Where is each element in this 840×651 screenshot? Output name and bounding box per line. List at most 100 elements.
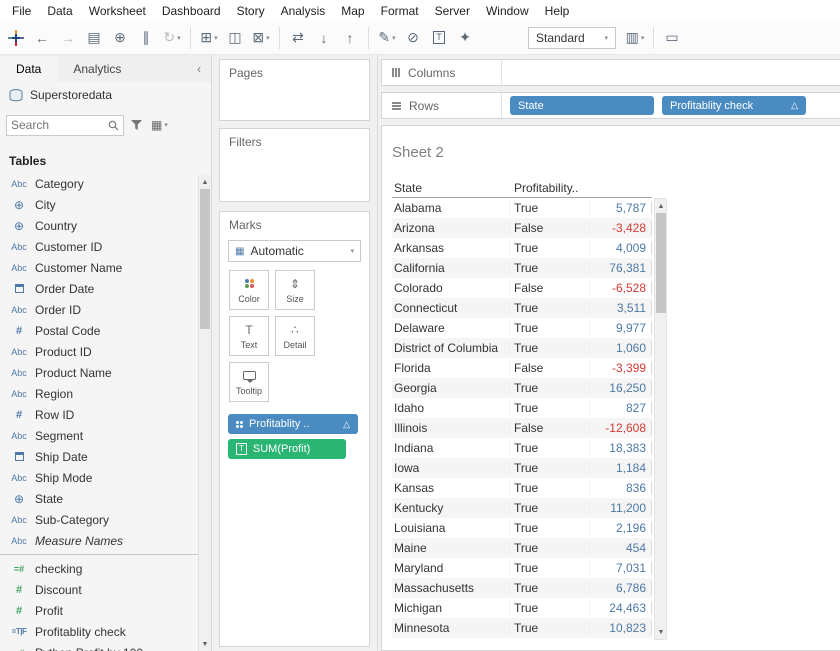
clear-sheet-icon[interactable]: ⊠ ▾ — [249, 25, 273, 51]
table-row-maine[interactable]: Maine True 454 — [392, 538, 652, 558]
search-input[interactable] — [11, 118, 108, 132]
redo-icon[interactable]: → — [56, 25, 80, 51]
collapse-pane-icon[interactable]: ‹ — [187, 62, 211, 76]
table-row-kentucky[interactable]: Kentucky True 11,200 — [392, 498, 652, 518]
pages-shelf[interactable]: Pages — [219, 59, 370, 121]
marks-pill-sum-profit[interactable]: T SUM(Profit) — [228, 439, 346, 459]
table-row-delaware[interactable]: Delaware True 9,977 — [392, 318, 652, 338]
table-row-alabama[interactable]: Alabama True 5,787 — [392, 198, 652, 218]
scroll-down-icon[interactable]: ▼ — [655, 626, 667, 638]
mark-type-select[interactable]: ▦ Automatic ▾ — [228, 240, 361, 262]
field-discount[interactable]: # Discount — [0, 579, 211, 600]
fit-select[interactable]: Standard ▾ — [528, 26, 616, 49]
field-profitablity-check[interactable]: =T|F Profitablity check — [0, 621, 211, 642]
scrollbar-thumb[interactable] — [656, 213, 666, 313]
menu-item-file[interactable]: File — [4, 1, 39, 21]
field-city[interactable]: ⊕ City — [0, 194, 211, 215]
menu-item-help[interactable]: Help — [537, 1, 578, 21]
filter-fields-icon[interactable] — [129, 120, 144, 130]
menu-item-format[interactable]: Format — [373, 1, 427, 21]
rows-pill-state[interactable]: State — [510, 96, 654, 115]
field-category[interactable]: Abc Category — [0, 173, 211, 194]
table-row-connecticut[interactable]: Connecticut True 3,511 — [392, 298, 652, 318]
group-members-icon[interactable]: ⊘ — [401, 25, 425, 51]
duplicate-sheet-icon[interactable]: ◫ — [223, 25, 247, 51]
menu-item-server[interactable]: Server — [427, 1, 478, 21]
show-hide-cards-icon[interactable]: ▥ ▾ — [623, 25, 647, 51]
marks-pill-profitablity[interactable]: Profitablity .. △ — [228, 414, 358, 434]
table-row-california[interactable]: California True 76,381 — [392, 258, 652, 278]
field-segment[interactable]: Abc Segment — [0, 425, 211, 446]
field-sub-category[interactable]: Abc Sub-Category — [0, 509, 211, 530]
field-customer-id[interactable]: Abc Customer ID — [0, 236, 211, 257]
color-button[interactable]: Color — [229, 270, 269, 310]
table-row-idaho[interactable]: Idaho True 827 — [392, 398, 652, 418]
field-state[interactable]: ⊕ State — [0, 488, 211, 509]
sidebar-scrollbar[interactable]: ▲ ▼ — [198, 175, 211, 651]
table-row-kansas[interactable]: Kansas True 836 — [392, 478, 652, 498]
scroll-up-icon[interactable]: ▲ — [199, 176, 211, 188]
table-row-arkansas[interactable]: Arkansas True 4,009 — [392, 238, 652, 258]
table-row-minnesota[interactable]: Minnesota True 10,823 — [392, 618, 652, 638]
size-button[interactable]: ⇕ Size — [275, 270, 315, 310]
table-row-massachusetts[interactable]: Massachusetts True 6,786 — [392, 578, 652, 598]
detail-button[interactable]: ∴ Detail — [275, 316, 315, 356]
sort-descending-icon[interactable]: ↑ — [338, 25, 362, 51]
table-row-louisiana[interactable]: Louisiana True 2,196 — [392, 518, 652, 538]
scrollbar-thumb[interactable] — [200, 189, 210, 329]
menu-item-story[interactable]: Story — [229, 1, 273, 21]
field-row-id[interactable]: # Row ID — [0, 404, 211, 425]
menu-item-dashboard[interactable]: Dashboard — [154, 1, 229, 21]
field-order-id[interactable]: Abc Order ID — [0, 299, 211, 320]
search-field[interactable] — [6, 114, 124, 136]
table-scrollbar[interactable]: ▲ ▼ — [654, 198, 667, 640]
pause-auto-updates-icon[interactable]: ∥ — [134, 25, 158, 51]
new-worksheet-icon[interactable]: ⊞ ▾ — [197, 25, 221, 51]
table-row-colorado[interactable]: Colorado False -6,528 — [392, 278, 652, 298]
field-python-profit-by-100[interactable]: =# Python Profit by 100 — [0, 642, 211, 651]
save-icon[interactable]: ▤ — [82, 25, 106, 51]
table-row-michigan[interactable]: Michigan True 24,463 — [392, 598, 652, 618]
tooltip-button[interactable]: Tooltip — [229, 362, 269, 402]
field-ship-mode[interactable]: Abc Ship Mode — [0, 467, 211, 488]
sort-ascending-icon[interactable]: ↓ — [312, 25, 336, 51]
field-order-date[interactable]: Order Date — [0, 278, 211, 299]
table-row-indiana[interactable]: Indiana True 18,383 — [392, 438, 652, 458]
table-row-florida[interactable]: Florida False -3,399 — [392, 358, 652, 378]
menu-item-worksheet[interactable]: Worksheet — [81, 1, 154, 21]
scroll-up-icon[interactable]: ▲ — [655, 200, 667, 212]
filters-shelf[interactable]: Filters — [219, 128, 370, 202]
new-datasource-icon[interactable]: ⊕ — [108, 25, 132, 51]
swap-rows-columns-icon[interactable]: ⇄ — [286, 25, 310, 51]
field-ship-date[interactable]: Ship Date — [0, 446, 211, 467]
field-measure-names[interactable]: Abc Measure Names — [0, 530, 211, 551]
text-button[interactable]: T Text — [229, 316, 269, 356]
field-product-name[interactable]: Abc Product Name — [0, 362, 211, 383]
presentation-mode-icon[interactable]: ▭ — [660, 25, 684, 51]
field-country[interactable]: ⊕ Country — [0, 215, 211, 236]
tab-analytics[interactable]: Analytics — [57, 56, 137, 82]
run-update-icon[interactable]: ↻ ▾ — [160, 25, 184, 51]
field-customer-name[interactable]: Abc Customer Name — [0, 257, 211, 278]
table-row-maryland[interactable]: Maryland True 7,031 — [392, 558, 652, 578]
field-product-id[interactable]: Abc Product ID — [0, 341, 211, 362]
rows-pill-profitablity-check[interactable]: Profitablity check △ — [662, 96, 806, 115]
rows-shelf[interactable]: Rows State Profitablity check △ — [381, 92, 840, 119]
field-checking[interactable]: =# checking — [0, 558, 211, 579]
table-row-georgia[interactable]: Georgia True 16,250 — [392, 378, 652, 398]
field-profit[interactable]: # Profit — [0, 600, 211, 621]
table-row-district-of-columbia[interactable]: District of Columbia True 1,060 — [392, 338, 652, 358]
table-row-arizona[interactable]: Arizona False -3,428 — [392, 218, 652, 238]
scroll-down-icon[interactable]: ▼ — [199, 638, 211, 650]
columns-shelf[interactable]: Columns — [381, 59, 840, 86]
menu-item-map[interactable]: Map — [333, 1, 372, 21]
field-region[interactable]: Abc Region — [0, 383, 211, 404]
field-postal-code[interactable]: # Postal Code — [0, 320, 211, 341]
table-row-iowa[interactable]: Iowa True 1,184 — [392, 458, 652, 478]
table-row-illinois[interactable]: Illinois False -12,608 — [392, 418, 652, 438]
menu-item-window[interactable]: Window — [478, 1, 537, 21]
undo-icon[interactable]: ← — [30, 25, 54, 51]
tab-data[interactable]: Data — [0, 55, 58, 82]
menu-item-analysis[interactable]: Analysis — [273, 1, 334, 21]
fix-axes-icon[interactable]: ✦ — [453, 25, 477, 51]
